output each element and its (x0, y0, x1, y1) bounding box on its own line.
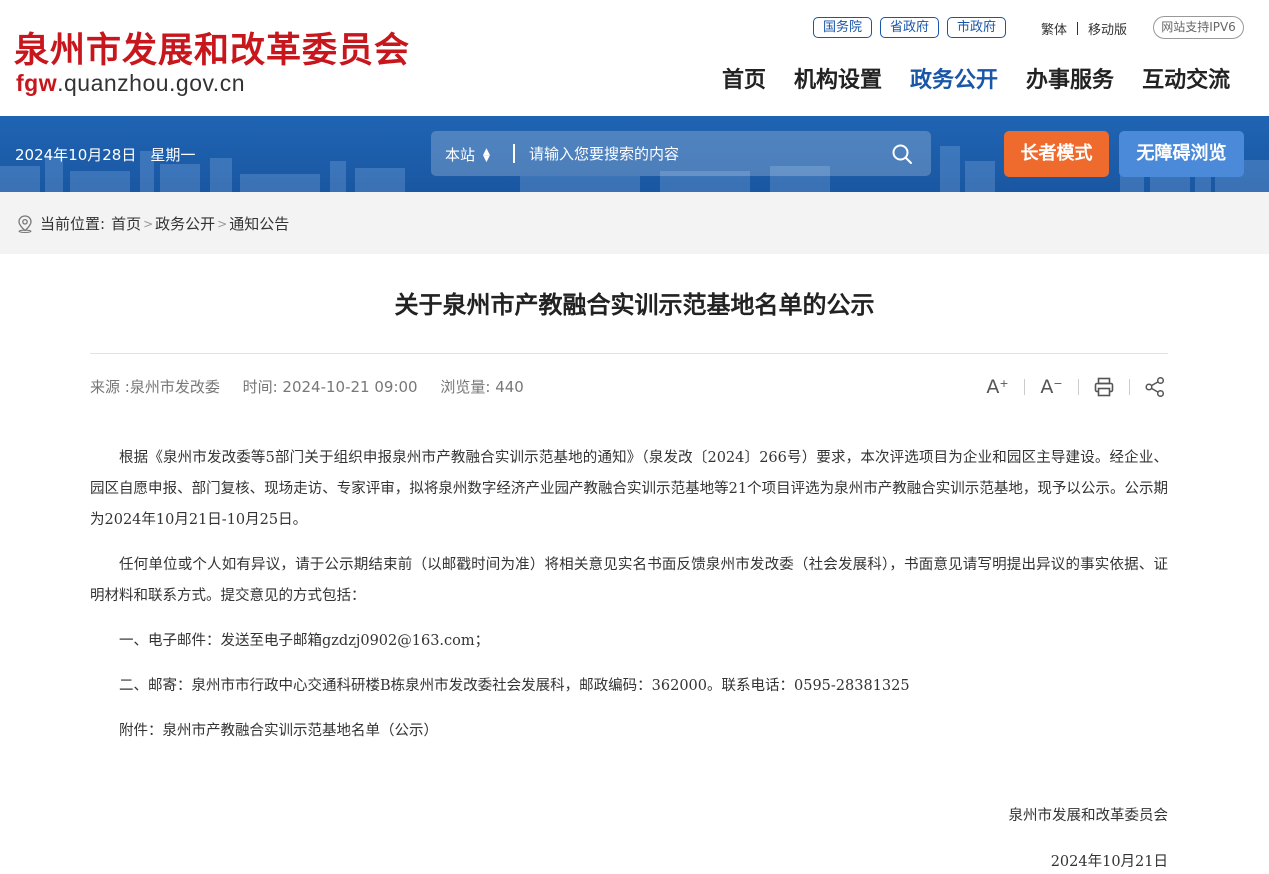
search-input[interactable] (529, 139, 869, 168)
breadcrumb: 当前位置: 首页 > 政务公开 > 通知公告 (17, 213, 289, 234)
nav-interaction[interactable]: 互动交流 (1142, 62, 1230, 94)
breadcrumb-bar: 当前位置: 首页 > 政务公开 > 通知公告 (0, 192, 1269, 254)
current-date: 2024年10月28日 星期一 (15, 144, 195, 165)
nav-gov-affairs[interactable]: 政务公开 (910, 62, 998, 94)
top-link-province[interactable]: 省政府 (880, 17, 940, 38)
article-paragraph-mail: 二、邮寄：泉州市市行政中心交通科研楼B栋泉州市发改委社会发展科，邮政编码：362… (119, 678, 910, 694)
updown-arrow-icon: ▲ ▼ (483, 146, 490, 164)
article-paragraph-email: 一、电子邮件：发送至电子邮箱gzdzj0902@163.com； (119, 633, 490, 649)
nav-services[interactable]: 办事服务 (1026, 62, 1114, 94)
article-paragraph: 任何单位或个人如有异议，请于公示期结束前（以邮戳时间为准）将相关意见实名书面反馈… (90, 557, 1168, 604)
site-url-rest: .quanzhou.gov.cn (57, 70, 245, 96)
article-source: 来源 :泉州市发改委 (90, 378, 220, 396)
article-tools: A + A − (985, 374, 1166, 399)
signature-date: 2024年10月21日 (1050, 854, 1168, 870)
elder-mode-button[interactable]: 长者模式 (1004, 131, 1109, 177)
main-nav: 首页 机构设置 政务公开 办事服务 互动交流 (722, 62, 1230, 94)
search-scope-select[interactable]: 本站 ▲ ▼ (445, 144, 490, 165)
article-body: 根据《泉州市发改委等5部门关于组织申报泉州市产教融合实训示范基地的通知》（泉发改… (90, 443, 1168, 761)
tool-divider (1024, 378, 1025, 395)
article-title: 关于泉州市产教融合实训示范基地名单的公示 (394, 291, 875, 319)
weekday-text: 星期一 (150, 146, 196, 164)
site-title[interactable]: 泉州市发展和改革委员会 (14, 22, 410, 73)
nav-organization[interactable]: 机构设置 (794, 62, 882, 94)
search-scope-label: 本站 (445, 146, 476, 164)
lang-divider (1077, 22, 1079, 35)
ipv6-badge: 网站支持IPV6 (1153, 16, 1244, 39)
breadcrumb-gov-affairs[interactable]: 政务公开 (155, 213, 215, 234)
site-url: fgw.quanzhou.gov.cn (16, 70, 245, 97)
nav-home[interactable]: 首页 (722, 62, 766, 94)
print-icon[interactable] (1093, 376, 1115, 398)
date-text: 2024年10月28日 (15, 146, 137, 164)
breadcrumb-label: 当前位置: (40, 215, 106, 233)
traditional-chinese-link[interactable]: 繁体 (1041, 19, 1067, 38)
breadcrumb-separator-icon: > (217, 216, 228, 231)
tool-divider (1078, 378, 1079, 395)
breadcrumb-separator-icon: > (143, 216, 154, 231)
top-link-state-council[interactable]: 国务院 (813, 17, 873, 38)
font-decrease-icon[interactable]: A − (1039, 374, 1064, 399)
breadcrumb-home[interactable]: 首页 (111, 213, 141, 234)
top-link-city[interactable]: 市政府 (947, 17, 1007, 38)
article-meta: 来源 :泉州市发改委 时间: 2024-10-21 09:00 浏览量: 440 (90, 376, 542, 397)
tool-divider (1129, 378, 1130, 395)
search-divider (513, 144, 515, 163)
title-divider (90, 353, 1168, 354)
signature-org: 泉州市发展和改革委员会 (1008, 808, 1169, 824)
share-icon[interactable] (1144, 376, 1166, 398)
language-switch: 繁体 移动版 (1041, 19, 1127, 38)
top-links: 国务院 省政府 市政府 (813, 17, 1007, 38)
article-paragraph: 根据《泉州市发改委等5部门关于组织申报泉州市产教融合实训示范基地的通知》（泉发改… (90, 450, 1168, 528)
attachment-link[interactable]: 附件：泉州市产教融合实训示范基地名单（公示） (90, 716, 1168, 747)
breadcrumb-notices[interactable]: 通知公告 (229, 213, 289, 234)
font-increase-icon[interactable]: A + (985, 374, 1010, 399)
article-views: 浏览量: 440 (440, 378, 524, 396)
article-time: 时间: 2024-10-21 09:00 (242, 378, 418, 396)
search-icon[interactable] (891, 143, 913, 165)
location-pin-icon (18, 214, 32, 233)
banner-bar: 2024年10月28日星期一 本站 ▲▼ 长者模式 无障碍浏览 (0, 116, 1269, 192)
accessibility-button[interactable]: 无障碍浏览 (1119, 131, 1244, 177)
site-url-prefix: fgw (16, 70, 58, 96)
site-header: 泉州市发展和改革委员会 fgw.quanzhou.gov.cn 国务院 省政府 … (0, 0, 1269, 116)
mobile-version-link[interactable]: 移动版 (1088, 19, 1127, 38)
search-box: 本站 ▲ ▼ (431, 131, 931, 176)
